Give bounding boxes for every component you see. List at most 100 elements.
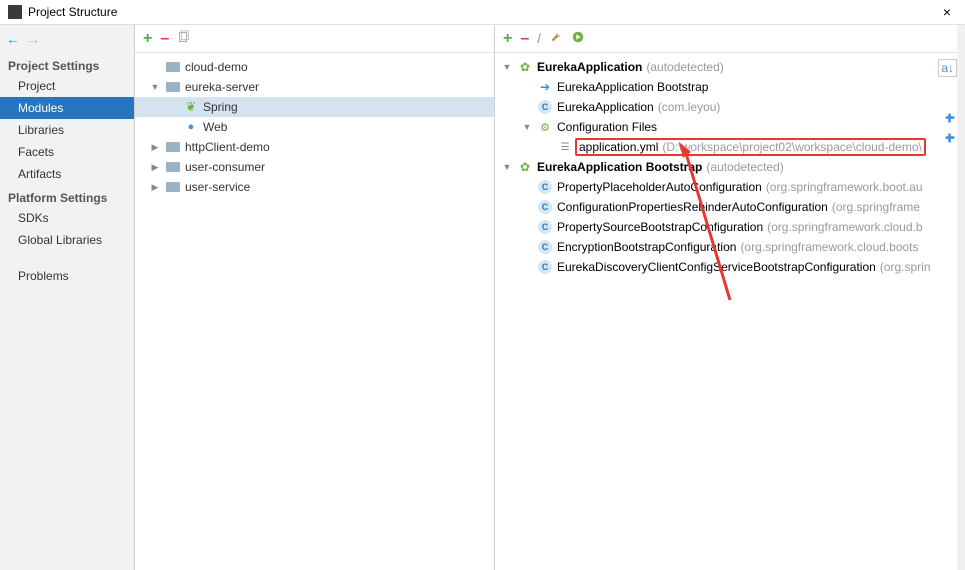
module-label: user-consumer: [185, 160, 265, 174]
config-node[interactable]: CEurekaApplication(com.leyou): [495, 97, 965, 117]
cfg-icon: [537, 119, 553, 135]
config-path: (autodetected): [646, 60, 723, 74]
expand-icon[interactable]: ▼: [521, 122, 533, 132]
config-label: EurekaApplication Bootstrap: [537, 160, 702, 174]
module-node[interactable]: ▼ eureka-server: [135, 77, 494, 97]
module-toolbar: + –: [135, 25, 494, 53]
run-icon[interactable]: [571, 30, 585, 47]
config-label: EncryptionBootstrapConfiguration: [557, 240, 736, 254]
sidebar: ← → Project SettingsProjectModulesLibrar…: [0, 25, 135, 570]
nav-section-header: Project Settings: [0, 53, 134, 75]
spring2-icon: [517, 59, 533, 75]
window-title: Project Structure: [28, 5, 937, 19]
expand-icon[interactable]: ▶: [149, 142, 161, 153]
config-node[interactable]: C PropertySourceBootstrapConfiguration (or…: [495, 217, 965, 237]
config-label: EurekaApplication: [537, 60, 642, 74]
module-label: eureka-server: [185, 80, 259, 94]
expand-icon[interactable]: ▼: [501, 62, 513, 72]
module-label: user-service: [185, 180, 250, 194]
config-node[interactable]: ▼ EurekaApplication (autodetected): [495, 57, 965, 77]
folder-icon: [165, 59, 181, 75]
add-module-button[interactable]: +: [143, 30, 152, 48]
folder-icon: [165, 179, 181, 195]
edge-gutter-icon[interactable]: [943, 131, 957, 145]
expand-icon[interactable]: ▶: [149, 162, 161, 173]
module-node[interactable]: ▶ user-service: [135, 177, 494, 197]
config-node[interactable]: ▼ EurekaApplication Bootstrap (autodetecte…: [495, 157, 965, 177]
config-path: (org.springframe: [832, 200, 920, 214]
module-node[interactable]: Web: [135, 117, 494, 137]
folder-icon: [165, 159, 181, 175]
config-label: application.yml: [579, 140, 658, 154]
expand-icon[interactable]: ▶: [149, 182, 161, 193]
nav-item-artifacts[interactable]: Artifacts: [0, 163, 134, 185]
config-path: (org.springframework.cloud.b: [767, 220, 922, 234]
nav-item-facets[interactable]: Facets: [0, 141, 134, 163]
module-node[interactable]: cloud-demo: [135, 57, 494, 77]
nav-item-modules[interactable]: Modules: [0, 97, 134, 119]
config-path: (org.springframework.boot.au: [766, 180, 923, 194]
config-node[interactable]: C EncryptionBootstrapConfiguration (org.sp…: [495, 237, 965, 257]
nav-item-problems[interactable]: Problems: [0, 265, 134, 287]
config-node[interactable]: CEurekaDiscoveryClientConfigServiceBoots…: [495, 257, 965, 277]
nav-item-sdks[interactable]: SDKs: [0, 207, 134, 229]
c-icon: C: [537, 239, 553, 255]
remove-config-button[interactable]: –: [520, 30, 529, 48]
c-icon: C: [537, 199, 553, 215]
edge-gutter-icon[interactable]: [943, 111, 957, 125]
sort-icon[interactable]: a↓: [938, 59, 957, 77]
remove-module-button[interactable]: –: [160, 30, 169, 48]
config-tree[interactable]: ▼ EurekaApplication (autodetected) EurekaAp…: [495, 53, 965, 281]
nav-item-libraries[interactable]: Libraries: [0, 119, 134, 141]
config-label: EurekaApplication: [557, 100, 654, 114]
config-label: EurekaApplication Bootstrap: [557, 80, 708, 94]
expand-icon[interactable]: ▼: [501, 162, 513, 172]
web-icon: [183, 119, 199, 135]
nav-item-project[interactable]: Project: [0, 75, 134, 97]
config-label: PropertySourceBootstrapConfiguration: [557, 220, 763, 234]
config-node[interactable]: application.yml (D:\workspace\project02\w…: [495, 137, 965, 157]
file-icon: [557, 139, 573, 155]
config-node[interactable]: C PropertyPlaceholderAutoConfiguration (or…: [495, 177, 965, 197]
close-icon[interactable]: ×: [937, 4, 957, 20]
module-label: Spring: [203, 100, 238, 114]
module-tree[interactable]: cloud-demo ▼ eureka-server Spring Web ▶ httpCl…: [135, 53, 494, 201]
config-label: PropertyPlaceholderAutoConfiguration: [557, 180, 762, 194]
app-icon: [8, 5, 22, 19]
config-node[interactable]: ▼ Configuration Files: [495, 117, 965, 137]
module-label: httpClient-demo: [185, 140, 270, 154]
config-node[interactable]: EurekaApplication Bootstrap: [495, 77, 965, 97]
module-node[interactable]: Spring: [135, 97, 494, 117]
nav-back-forward: ← →: [0, 25, 134, 53]
module-node[interactable]: ▶ httpClient-demo: [135, 137, 494, 157]
config-node[interactable]: C ConfigurationPropertiesRebinderAutoConf…: [495, 197, 965, 217]
config-path: (autodetected): [706, 160, 783, 174]
module-panel: + – cloud-demo ▼ eureka-server Spring Web ▶ ht…: [135, 25, 495, 570]
detail-toolbar: + – /: [495, 25, 965, 53]
spring-icon: [183, 99, 199, 115]
nav-item-global-libraries[interactable]: Global Libraries: [0, 229, 134, 251]
module-node[interactable]: ▶ user-consumer: [135, 157, 494, 177]
add-config-button[interactable]: +: [503, 30, 512, 48]
copy-icon[interactable]: [177, 30, 191, 47]
c-icon: C: [537, 219, 553, 235]
config-path: (org.springframework.cloud.boots: [740, 240, 918, 254]
folder-icon: [165, 79, 181, 95]
back-icon[interactable]: ←: [6, 31, 20, 47]
vertical-scrollbar[interactable]: [957, 25, 965, 570]
arrow-icon: [537, 79, 553, 95]
config-path: (D:\workspace\project02\workspace\cloud-…: [662, 140, 921, 154]
module-label: cloud-demo: [185, 60, 248, 74]
expand-icon[interactable]: ▼: [149, 82, 161, 92]
config-label: Configuration Files: [557, 120, 657, 134]
wrench-icon[interactable]: [549, 30, 563, 47]
forward-icon: →: [26, 31, 40, 47]
config-label: ConfigurationPropertiesRebinderAutoConfi…: [557, 200, 828, 214]
title-bar: Project Structure ×: [0, 0, 965, 25]
folder-icon: [165, 139, 181, 155]
detail-panel: + – / ▼ EurekaApplication (autodetected) Eu…: [495, 25, 965, 570]
config-path: (com.leyou): [658, 100, 721, 114]
c-icon: C: [537, 179, 553, 195]
module-label: Web: [203, 120, 227, 134]
edit-icon[interactable]: /: [537, 31, 541, 46]
